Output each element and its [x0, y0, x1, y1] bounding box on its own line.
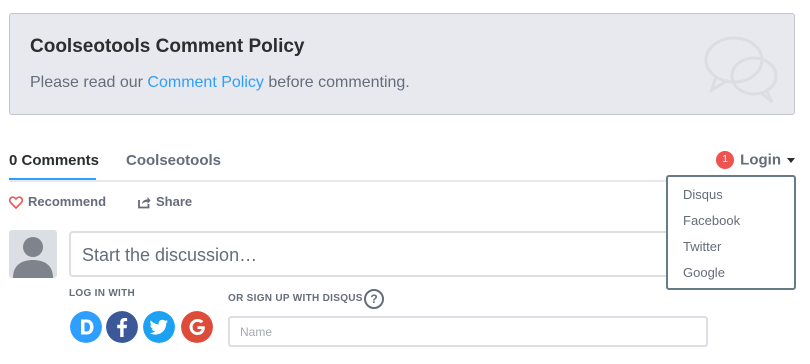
comment-compose-box[interactable]: Start the discussion…	[69, 231, 695, 277]
login-menu-item-facebook[interactable]: Facebook	[668, 211, 794, 237]
policy-text: Please read our Comment Policy before co…	[30, 74, 410, 92]
signup-with-disqus-label: OR SIGN UP WITH DISQUS	[228, 293, 363, 304]
google-login-button[interactable]	[181, 311, 213, 343]
login-menu-item-disqus[interactable]: Disqus	[668, 185, 794, 211]
share-button[interactable]: Share	[137, 194, 192, 209]
login-menu-item-twitter[interactable]: Twitter	[668, 237, 794, 263]
recommend-label: Recommend	[28, 194, 107, 209]
compose-placeholder: Start the discussion…	[82, 245, 258, 265]
login-button[interactable]: 1 Login	[716, 151, 795, 171]
policy-title: Coolseotools Comment Policy	[30, 36, 305, 57]
login-with-label: LOG IN WITH	[69, 288, 136, 299]
active-tab-indicator	[9, 178, 96, 180]
notification-badge: 1	[716, 151, 735, 170]
comment-policy-link[interactable]: Comment Policy	[147, 74, 263, 91]
login-menu-item-google[interactable]: Google	[668, 263, 794, 289]
twitter-login-button[interactable]	[143, 311, 175, 343]
heart-icon	[8, 196, 24, 210]
default-avatar-icon	[13, 237, 53, 278]
policy-text-before: Please read our	[30, 74, 148, 91]
tab-community[interactable]: Coolseotools	[126, 152, 221, 169]
caret-down-icon	[787, 157, 795, 163]
name-input[interactable]	[228, 316, 708, 347]
comment-policy-panel: Coolseotools Comment Policy Please read …	[9, 13, 795, 115]
share-label: Share	[156, 194, 193, 209]
disqus-login-button[interactable]	[70, 311, 102, 343]
login-label: Login	[740, 151, 781, 169]
facebook-login-button[interactable]	[106, 311, 138, 343]
chat-bubbles-icon	[704, 36, 778, 104]
help-icon[interactable]: ?	[364, 289, 384, 309]
user-avatar	[9, 230, 57, 278]
tab-comments-count[interactable]: 0 Comments	[9, 152, 99, 169]
policy-text-after: before commenting.	[263, 74, 410, 91]
share-icon	[138, 197, 151, 209]
login-dropdown-menu: Disqus Facebook Twitter Google	[666, 175, 796, 290]
recommend-button[interactable]: Recommend	[8, 194, 107, 210]
